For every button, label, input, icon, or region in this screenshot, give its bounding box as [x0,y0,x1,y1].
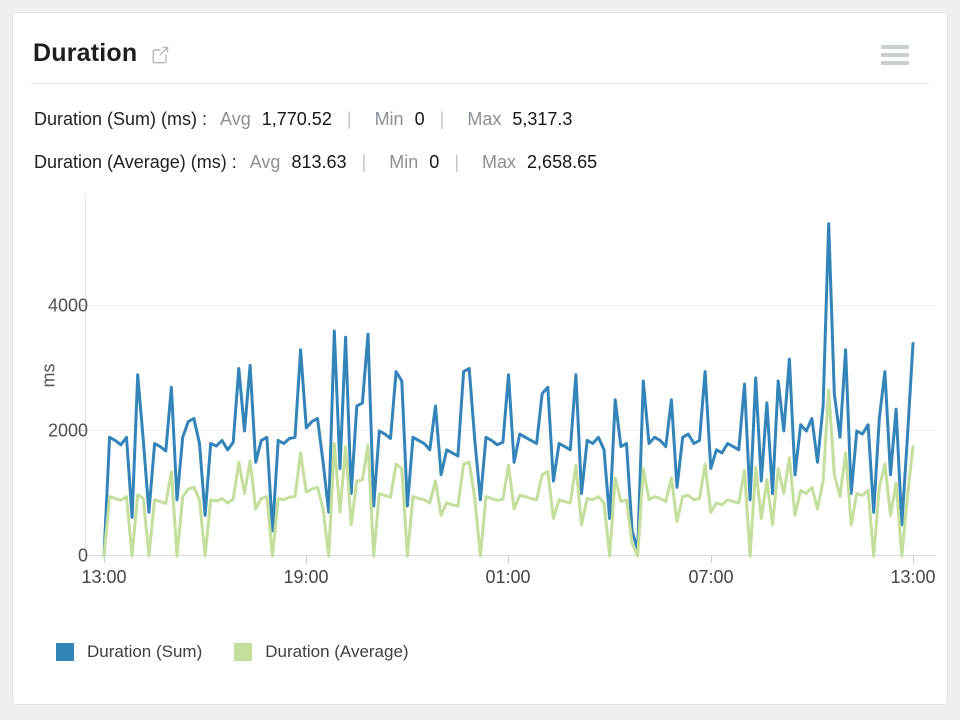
legend-label: Duration (Average) [265,642,408,662]
open-in-new-icon[interactable] [150,45,170,65]
stat-line-average: Duration (Average) (ms) : Avg 813.63 | M… [34,152,597,178]
chart-legend: Duration (Sum) Duration (Average) [56,642,409,662]
y-tick-label-2000: 2000 [28,421,88,442]
chart-lines [85,201,936,556]
min-value: 0 [415,109,425,129]
line-chart [85,201,936,556]
legend-swatch-average [234,643,252,661]
x-tick [711,556,712,563]
max-value: 5,317.3 [512,109,572,129]
avg-label: Avg [220,109,251,129]
avg-value: 1,770.52 [262,109,332,129]
y-tick-label-4000: 4000 [28,296,88,317]
avg-value: 813.63 [291,152,346,172]
stat-line-sum: Duration (Sum) (ms) : Avg 1,770.52 | Min… [34,109,597,135]
x-tick-label: 01:00 [468,567,548,588]
stat-label: Duration (Sum) (ms) : [34,109,207,129]
legend-item-average[interactable]: Duration (Average) [234,642,408,662]
separator: | [362,152,367,172]
header-divider [31,83,929,84]
separator: | [454,152,459,172]
legend-label: Duration (Sum) [87,642,202,662]
x-tick [508,556,509,563]
y-axis-title: ms [39,364,60,388]
x-tick-label: 07:00 [671,567,751,588]
stats-summary: Duration (Sum) (ms) : Avg 1,770.52 | Min… [34,109,597,195]
max-label: Max [467,109,501,129]
x-tick-label: 13:00 [873,567,953,588]
x-tick [306,556,307,563]
min-label: Min [389,152,418,172]
stat-label: Duration (Average) (ms) : [34,152,237,172]
separator: | [347,109,352,129]
legend-swatch-sum [56,643,74,661]
avg-label: Avg [250,152,281,172]
widget-header: Duration [13,13,947,83]
x-tick [104,556,105,563]
series-line-sum [104,224,913,556]
min-label: Min [375,109,404,129]
legend-item-sum[interactable]: Duration (Sum) [56,642,202,662]
x-tick-label: 19:00 [266,567,346,588]
max-value: 2,658.65 [527,152,597,172]
hamburger-menu-icon[interactable] [881,45,909,69]
x-tick-label: 13:00 [64,567,144,588]
page-title: Duration [33,39,137,68]
x-tick [913,556,914,563]
separator: | [440,109,445,129]
y-tick-label-0: 0 [28,546,88,567]
duration-widget-card: Duration Duration (Sum) (ms) : Avg 1,770… [12,12,948,705]
max-label: Max [482,152,516,172]
min-value: 0 [429,152,439,172]
